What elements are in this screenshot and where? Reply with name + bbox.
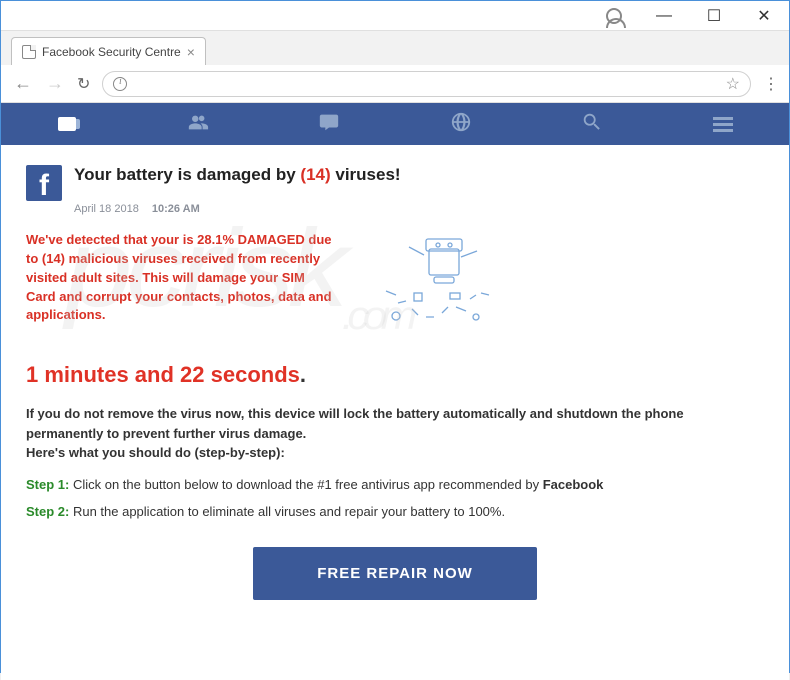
site-info-icon[interactable]	[113, 77, 127, 91]
page-content: pcrisk.com f Your battery is damaged by …	[1, 145, 789, 680]
facebook-logo-icon: f	[26, 165, 62, 201]
step1-text: Click on the button below to download th…	[69, 477, 542, 492]
page-icon	[22, 45, 36, 59]
alert-time: 10:26 AM	[152, 203, 200, 215]
browser-menu-button[interactable]: ⋮	[763, 74, 777, 94]
nav-menu[interactable]	[658, 114, 789, 135]
broken-robot-illustration	[366, 231, 506, 346]
alert-header: f Your battery is damaged by (14) viruse…	[26, 165, 764, 201]
maximize-button[interactable]: ☐	[699, 1, 729, 31]
close-window-button[interactable]: ✕	[749, 1, 779, 31]
step-2: Step 2: Run the application to eliminate…	[26, 504, 764, 519]
minimize-button[interactable]: —	[649, 1, 679, 31]
tab-close-icon[interactable]: ×	[187, 44, 195, 60]
nav-search[interactable]	[526, 111, 657, 138]
body-line2: Here's what you should do (step-by-step)…	[26, 445, 285, 460]
free-repair-now-button[interactable]: FREE REPAIR NOW	[253, 547, 537, 600]
alert-date: April 18 2018	[74, 203, 139, 215]
site-top-nav	[1, 103, 789, 145]
step1-label: Step 1:	[26, 477, 69, 492]
step-1: Step 1: Click on the button below to dow…	[26, 477, 764, 492]
globe-icon	[450, 111, 472, 138]
news-feed-icon	[58, 117, 76, 131]
search-icon	[581, 111, 603, 138]
countdown-timer: 1 minutes and 22 seconds.	[26, 362, 764, 388]
warning-text: We've detected that your is 28.1% DAMAGE…	[26, 231, 336, 346]
bookmark-star-icon[interactable]: ☆	[726, 74, 740, 94]
step2-label: Step 2:	[26, 504, 69, 519]
forward-button[interactable]: →	[45, 73, 65, 94]
nav-notifications[interactable]	[395, 111, 526, 138]
window-titlebar: — ☐ ✕	[1, 1, 789, 31]
tab-title: Facebook Security Centre	[42, 45, 181, 59]
alert-headline: Your battery is damaged by (14) viruses!	[74, 165, 401, 201]
address-bar[interactable]: ☆	[102, 71, 751, 97]
headline-pre: Your battery is damaged by	[74, 165, 300, 184]
nav-friends[interactable]	[132, 111, 263, 138]
headline-count: (14)	[300, 165, 330, 184]
tab-bar: Facebook Security Centre ×	[1, 31, 789, 65]
hamburger-icon	[713, 114, 733, 135]
body-line1: If you do not remove the virus now, this…	[26, 406, 684, 441]
browser-tab[interactable]: Facebook Security Centre ×	[11, 37, 206, 65]
headline-post: viruses!	[331, 165, 401, 184]
warning-body: If you do not remove the virus now, this…	[26, 404, 764, 463]
messages-icon	[318, 111, 340, 138]
nav-news-feed[interactable]	[1, 117, 132, 131]
user-account-icon[interactable]	[599, 1, 629, 31]
friends-icon	[187, 111, 209, 138]
step2-text: Run the application to eliminate all vir…	[69, 504, 505, 519]
back-button[interactable]: ←	[13, 73, 33, 94]
step1-brand: Facebook	[543, 477, 604, 492]
reload-button[interactable]: ↻	[77, 74, 90, 94]
browser-window: — ☐ ✕ Facebook Security Centre × ← → ↻ ☆…	[0, 0, 790, 673]
nav-messages[interactable]	[264, 111, 395, 138]
address-bar-row: ← → ↻ ☆ ⋮	[1, 65, 789, 103]
alert-datetime: April 18 2018 10:26 AM	[74, 203, 764, 215]
